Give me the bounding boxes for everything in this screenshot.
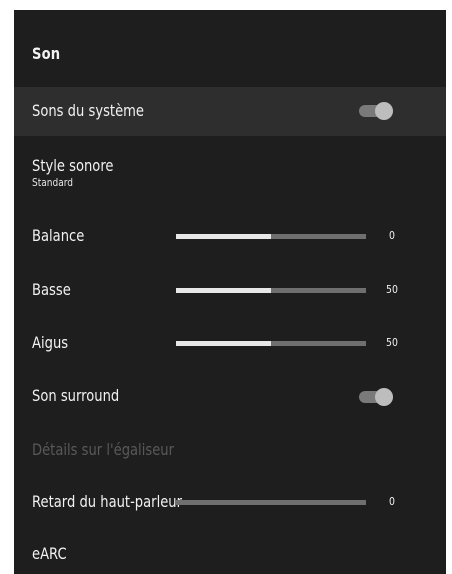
treble-slider[interactable] [176, 341, 366, 346]
earc-label: eARC [32, 544, 67, 563]
equalizer-details-label: Détails sur l'égaliseur [32, 440, 174, 459]
panel-title: Son [32, 44, 61, 63]
bass-row[interactable]: Basse 50 [14, 276, 446, 306]
sound-style-row[interactable]: Style sonore Standard [14, 150, 446, 196]
balance-slider[interactable] [176, 234, 366, 239]
speaker-delay-row[interactable]: Retard du haut-parleur 0 [14, 488, 446, 518]
system-sounds-row[interactable]: Sons du système [14, 87, 446, 136]
toggle-knob [375, 102, 393, 120]
system-sounds-label: Sons du système [32, 101, 144, 120]
system-sounds-toggle[interactable] [359, 102, 393, 120]
sound-settings-panel: Son Sons du système Style sonore Standar… [14, 10, 446, 574]
treble-label: Aigus [32, 333, 69, 352]
balance-row[interactable]: Balance 0 [14, 222, 446, 252]
earc-row[interactable]: eARC [14, 540, 446, 570]
speaker-delay-slider[interactable] [176, 500, 366, 505]
bass-label: Basse [32, 280, 71, 299]
sound-style-value: Standard [32, 176, 74, 189]
sound-style-label: Style sonore [32, 156, 114, 175]
bass-slider[interactable] [176, 288, 366, 293]
balance-slider-fill [176, 234, 271, 239]
surround-row[interactable]: Son surround [14, 382, 446, 412]
treble-slider-fill [176, 341, 271, 346]
speaker-delay-value: 0 [389, 495, 395, 508]
surround-toggle[interactable] [359, 388, 393, 406]
bass-slider-fill [176, 288, 271, 293]
balance-label: Balance [32, 226, 85, 245]
toggle-knob [375, 388, 393, 406]
treble-value: 50 [386, 336, 398, 349]
balance-value: 0 [389, 229, 395, 242]
bass-value: 50 [386, 283, 398, 296]
speaker-delay-label: Retard du haut-parleur [32, 492, 182, 511]
surround-label: Son surround [32, 386, 120, 405]
treble-row[interactable]: Aigus 50 [14, 329, 446, 359]
equalizer-details-row: Détails sur l'égaliseur [14, 436, 446, 466]
